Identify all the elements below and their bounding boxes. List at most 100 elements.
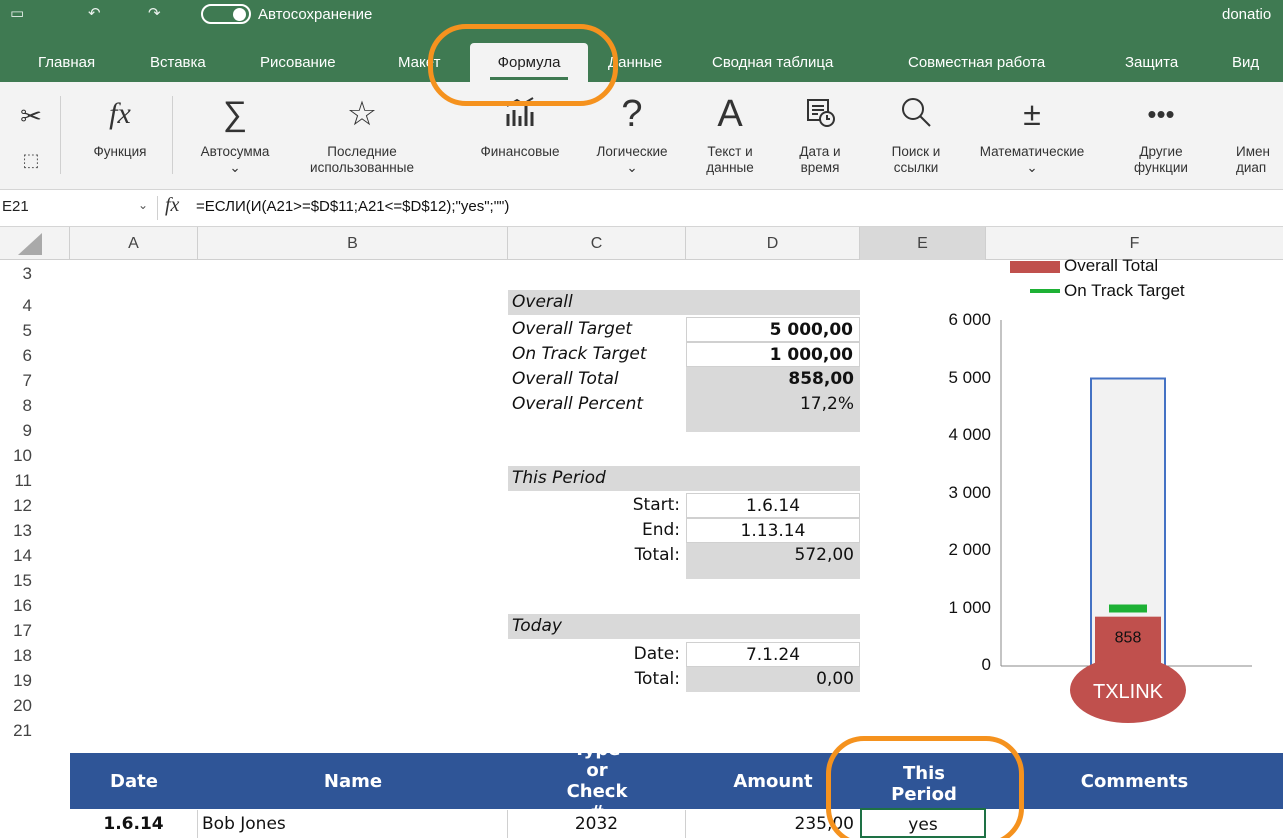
header-comments[interactable]: Comments <box>986 753 1283 809</box>
header-name[interactable]: Name <box>198 753 508 809</box>
row-header[interactable]: 20 <box>0 696 34 716</box>
overall-target-value[interactable]: 5 000,00 <box>686 317 860 342</box>
tab-insert[interactable]: Вставка <box>150 43 206 82</box>
tab-collaborate[interactable]: Совместная работа <box>908 43 1045 82</box>
legend-overall-total: Overall Total <box>1064 256 1159 275</box>
column-header-a[interactable]: A <box>70 227 198 260</box>
today-total-label[interactable]: Total: <box>508 667 686 692</box>
name-manager-button[interactable]: Имен диап <box>1236 82 1283 190</box>
overall-total-value[interactable]: 858,00 <box>686 367 860 392</box>
row-header[interactable]: 19 <box>0 671 34 691</box>
autosum-button[interactable]: ∑ Автосумма ⌄ <box>180 82 290 190</box>
math-button[interactable]: ± Математические ⌄ <box>958 82 1106 190</box>
redo-icon[interactable]: ↷ <box>148 4 161 22</box>
legend-swatch-overall-total <box>1010 261 1060 273</box>
column-header-d[interactable]: D <box>686 227 860 260</box>
column-header-c[interactable]: C <box>508 227 686 260</box>
row-header[interactable]: 17 <box>0 621 34 641</box>
formula-input[interactable]: =ЕСЛИ(И(A21>=$D$11;A21<=$D$12);"yes";"") <box>196 198 509 215</box>
title-bar: ▭ ↶ ↷ Автосохранение donatio <box>0 0 1283 30</box>
row-header[interactable]: 5 <box>0 321 34 341</box>
overall-percent-label[interactable]: Overall Percent <box>508 392 686 417</box>
row-header[interactable]: 15 <box>0 571 34 591</box>
on-track-target-value[interactable]: 1 000,00 <box>686 342 860 367</box>
row-header[interactable]: 7 <box>0 371 34 391</box>
chevron-down-icon[interactable]: ⌄ <box>138 198 148 212</box>
y-tick-label: 2 000 <box>948 540 991 559</box>
row-header[interactable]: 11 <box>0 471 34 491</box>
date-label[interactable]: Date: <box>508 642 686 667</box>
on-track-target-marker[interactable] <box>1109 604 1147 613</box>
autosave-toggle[interactable] <box>201 4 251 24</box>
row-header[interactable]: 10 <box>0 446 34 466</box>
text-functions-button[interactable]: A Текст и данные <box>690 82 770 190</box>
this-period-header[interactable]: This Period <box>508 466 860 491</box>
column-header-b[interactable]: B <box>198 227 508 260</box>
lookup-button[interactable]: Поиск и ссылки <box>866 82 966 190</box>
header-type[interactable]: Type or Check # <box>560 739 634 823</box>
row-header[interactable]: 21 <box>0 721 34 741</box>
name-box[interactable]: E21 <box>2 198 29 215</box>
scissors-icon: ✂ <box>20 101 42 131</box>
tab-draw[interactable]: Рисование <box>260 43 336 82</box>
undo-icon[interactable]: ↶ <box>88 4 101 22</box>
row-header[interactable]: 16 <box>0 596 34 616</box>
overall-header[interactable]: Overall <box>508 290 860 315</box>
cut-button[interactable]: ✂ ⬚ <box>14 82 48 190</box>
sigma-icon: ∑ <box>222 95 248 133</box>
insert-function-button[interactable]: fx Функция <box>74 82 166 190</box>
select-all-corner[interactable] <box>0 227 70 260</box>
row-header[interactable]: 12 <box>0 496 34 516</box>
formulas-ribbon: ✂ ⬚ fx Функция ∑ Автосумма ⌄ ☆ Последние … <box>0 82 1283 190</box>
row-header[interactable]: 4 <box>0 296 34 316</box>
tab-home[interactable]: Главная <box>38 43 95 82</box>
overall-percent-value[interactable]: 17,2% <box>686 392 860 432</box>
period-total-value[interactable]: 572,00 <box>686 543 860 579</box>
sidebar-icon[interactable]: ▭ <box>10 4 24 22</box>
start-value[interactable]: 1.6.14 <box>686 493 860 518</box>
end-label[interactable]: End: <box>508 518 686 543</box>
row-header[interactable]: 9 <box>0 421 34 441</box>
today-total-value[interactable]: 0,00 <box>686 667 860 692</box>
logo-text: TXLINK <box>1093 681 1164 703</box>
y-tick-label: 6 000 <box>948 310 991 329</box>
highlight-ring-formulas-tab <box>428 24 618 106</box>
highlight-ring-this-period <box>826 736 1024 838</box>
on-track-target-label[interactable]: On Track Target <box>508 342 686 367</box>
today-header[interactable]: Today <box>508 614 860 639</box>
row21-date[interactable]: 1.6.14 <box>70 810 198 838</box>
row-header[interactable]: 14 <box>0 546 34 566</box>
overall-total-label[interactable]: Overall Total <box>508 367 686 392</box>
row21-name[interactable]: Bob Jones <box>198 810 508 838</box>
y-tick-label: 1 000 <box>948 597 991 617</box>
row21-type[interactable]: 2032 <box>508 810 686 838</box>
start-label[interactable]: Start: <box>508 493 686 518</box>
row-header[interactable]: 6 <box>0 346 34 366</box>
date-time-button[interactable]: Дата и время <box>776 82 864 190</box>
legend-on-track-target: On Track Target <box>1064 281 1185 300</box>
ellipsis-icon: ••• <box>1147 99 1175 129</box>
row-header[interactable]: 18 <box>0 646 34 666</box>
row-header[interactable]: 8 <box>0 396 34 416</box>
tab-view[interactable]: Вид <box>1232 43 1259 82</box>
star-icon: ☆ <box>346 95 378 133</box>
tab-pivot-table[interactable]: Сводная таблица <box>712 43 833 82</box>
ribbon-tab-bar: Главная Вставка Рисование Макет Формула … <box>0 30 1283 82</box>
row-header[interactable]: 3 <box>0 264 34 284</box>
header-date[interactable]: Date <box>70 753 198 809</box>
bar-data-label: 858 <box>1115 630 1142 647</box>
plus-minus-icon: ± <box>1023 96 1041 132</box>
recently-used-button[interactable]: ☆ Последние использованные <box>292 82 432 190</box>
overall-target-label[interactable]: Overall Target <box>508 317 686 342</box>
today-date-value[interactable]: 7.1.24 <box>686 642 860 667</box>
fx-icon: fx <box>109 97 131 130</box>
more-functions-button[interactable]: ••• Другие функции <box>1112 82 1210 190</box>
thermometer-chart[interactable]: 858 TXLINK <box>860 250 1283 735</box>
calendar-clock-icon <box>776 94 864 128</box>
format-painter-icon: ⬚ <box>22 150 40 170</box>
row-header[interactable]: 13 <box>0 521 34 541</box>
fx-icon[interactable]: fx <box>165 194 179 217</box>
period-total-label[interactable]: Total: <box>508 543 686 568</box>
end-value[interactable]: 1.13.14 <box>686 518 860 543</box>
tab-protect[interactable]: Защита <box>1125 43 1178 82</box>
